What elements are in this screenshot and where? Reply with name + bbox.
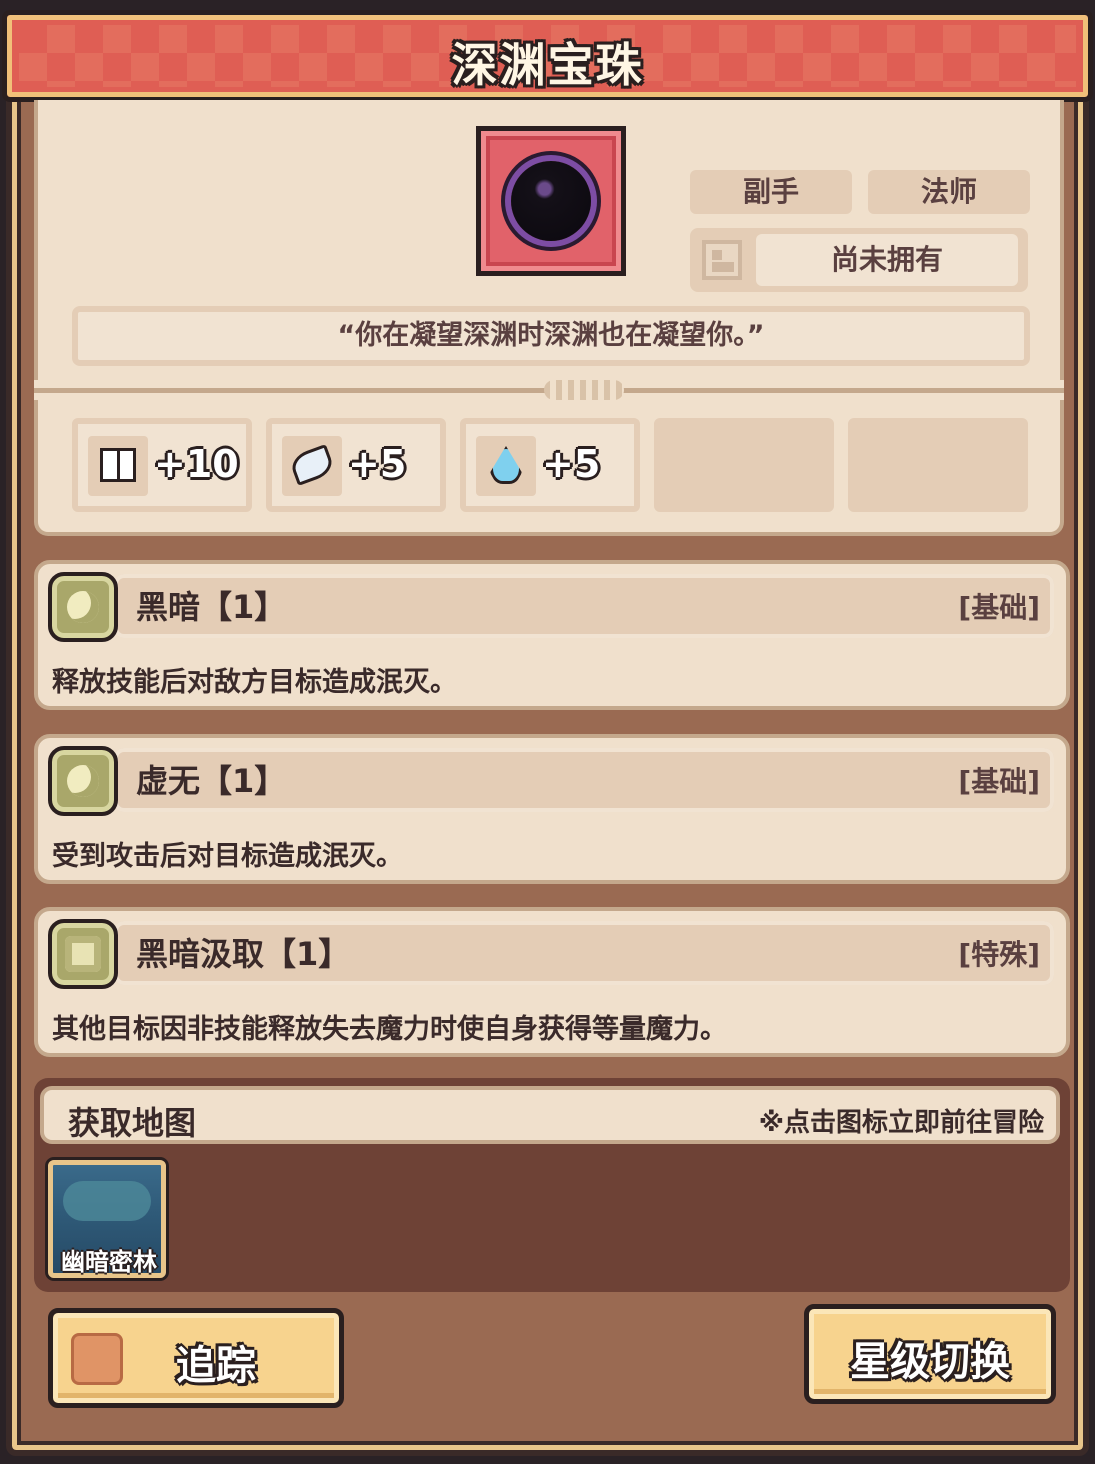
track-button[interactable]: 追踪: [48, 1308, 344, 1408]
ownership-status: 尚未拥有: [690, 228, 1028, 292]
trait-card: 黑暗汲取【1】 [特殊] 其他目标因非技能释放失去魔力时使自身获得等量魔力。: [34, 907, 1070, 1057]
tag-mage: 法师: [868, 170, 1030, 214]
item-title: 深渊宝珠: [451, 38, 644, 92]
ring-medal-icon: [48, 919, 118, 989]
stat-slot-empty: [848, 418, 1028, 512]
item-quote: “你在凝望深渊时深渊也在凝望你。”: [72, 306, 1030, 366]
map-source-label: 获取地图: [68, 1104, 197, 1142]
stat-mana: +5: [460, 418, 640, 512]
map-name: 幽暗密林: [61, 1248, 157, 1276]
orb-graphic: [511, 161, 591, 241]
trait-kind: [特殊]: [958, 938, 1040, 971]
map-source-header: 获取地图 ※点击图标立即前往冒险: [40, 1086, 1060, 1144]
moon-medal-icon: [48, 572, 118, 642]
section-divider: [34, 380, 1064, 400]
trait-card: 黑暗【1】 [基础] 释放技能后对敌方目标造成泯灭。: [34, 560, 1070, 710]
dark-orb-icon: [476, 126, 626, 276]
trait-description: 其他目标因非技能释放失去魔力时使自身获得等量魔力。: [52, 1014, 727, 1045]
map-tile-dark-forest[interactable]: 幽暗密林: [48, 1160, 166, 1278]
trait-name: 虚无【1】: [136, 762, 287, 800]
trait-kind: [基础]: [958, 591, 1040, 624]
track-button-label: 追踪: [176, 1343, 256, 1389]
stat-value: +5: [542, 442, 601, 486]
stat-agility: +5: [266, 418, 446, 512]
moon-medal-icon: [48, 746, 118, 816]
trait-name: 黑暗【1】: [136, 588, 287, 626]
trait-card: 虚无【1】 [基础] 受到攻击后对目标造成泯灭。: [34, 734, 1070, 884]
star-switch-button-label: 星级切换: [850, 1339, 1010, 1385]
trait-description: 释放技能后对敌方目标造成泯灭。: [52, 667, 457, 698]
stat-value: +5: [348, 442, 407, 486]
trait-kind: [基础]: [958, 765, 1040, 798]
inventory-box-icon: [702, 240, 742, 280]
tag-offhand: 副手: [690, 170, 852, 214]
ownership-text: 尚未拥有: [756, 234, 1018, 286]
stat-slot-empty: [654, 418, 834, 512]
book-icon: [100, 448, 136, 482]
forest-map-icon: [63, 1181, 151, 1221]
stat-value: +10: [154, 442, 239, 486]
trait-name: 黑暗汲取【1】: [136, 935, 351, 973]
map-source-hint: ※点击图标立即前往冒险: [758, 1108, 1044, 1138]
title-banner: 深渊宝珠: [2, 10, 1093, 102]
stat-intellect: +10: [72, 418, 252, 512]
trait-description: 受到攻击后对目标造成泯灭。: [52, 841, 403, 872]
water-drop-icon: [490, 446, 522, 484]
feather-icon: [288, 444, 336, 486]
star-switch-button[interactable]: 星级切换: [804, 1304, 1056, 1404]
divider-ornament: [544, 380, 624, 400]
